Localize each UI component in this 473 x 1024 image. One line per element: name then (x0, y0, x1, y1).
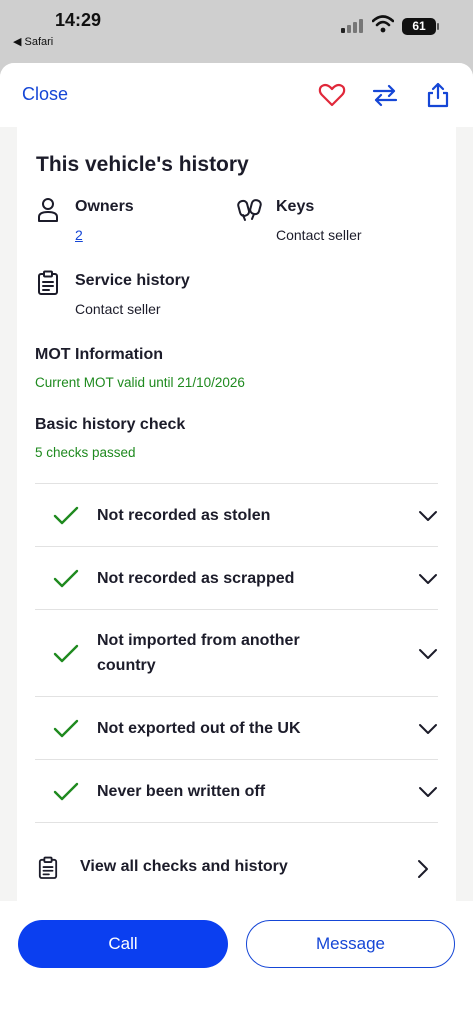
check-icon (53, 506, 79, 525)
chevron-down-icon[interactable] (418, 786, 438, 798)
chevron-down-icon[interactable] (418, 573, 438, 585)
check-label: Not recorded as scrapped (97, 570, 295, 587)
page-title: This vehicle's history (36, 153, 249, 176)
check-label: Not exported out of the UK (97, 720, 301, 737)
compare-icon[interactable] (371, 81, 399, 109)
clipboard-icon (38, 856, 58, 879)
service-history-label: Service history (75, 272, 190, 289)
check-row-imported[interactable]: Not imported from another country (35, 609, 438, 696)
owners-label: Owners (75, 198, 134, 215)
owners-count-link[interactable]: 2 (75, 227, 83, 243)
keys-value: Contact seller (276, 227, 362, 243)
mot-value: Current MOT valid until 21/10/2026 (35, 375, 245, 390)
chevron-down-icon[interactable] (418, 648, 438, 660)
status-time: 14:29 (55, 10, 102, 30)
check-row-scrapped[interactable]: Not recorded as scrapped (35, 546, 438, 609)
mot-label: MOT Information (35, 346, 163, 363)
call-button[interactable]: Call (18, 920, 228, 968)
battery-icon: 61 (402, 18, 439, 35)
close-button[interactable]: Close (22, 84, 68, 105)
sheet-header: Close (0, 63, 473, 127)
checks-passed-value: 5 checks passed (35, 445, 136, 460)
message-button[interactable]: Message (246, 920, 455, 968)
keys-icon (237, 199, 262, 221)
chevron-right-icon (418, 860, 428, 878)
check-icon (53, 782, 79, 801)
check-icon (53, 569, 79, 588)
wifi-icon (372, 15, 394, 33)
check-icon (53, 644, 79, 663)
keys-label: Keys (276, 198, 315, 215)
check-row-exported[interactable]: Not exported out of the UK (35, 696, 438, 759)
chevron-down-icon[interactable] (418, 510, 438, 522)
person-icon (38, 198, 58, 222)
status-bar: 14:29 ◀ Safari 61 (0, 0, 473, 62)
service-history-value: Contact seller (75, 301, 161, 317)
basic-check-label: Basic history check (35, 416, 186, 433)
check-icon (53, 719, 79, 738)
clipboard-icon (38, 270, 58, 295)
view-all-checks-link[interactable]: View all checks and history (35, 822, 438, 882)
action-bar: Call Message (0, 901, 473, 1024)
check-label: Never been written off (97, 783, 266, 800)
view-all-label: View all checks and history (80, 858, 288, 875)
check-label: Not recorded as stolen (97, 507, 271, 524)
signal-icon (341, 19, 363, 33)
check-label: Not imported from another country (97, 632, 300, 674)
heart-icon[interactable] (318, 81, 346, 109)
check-row-stolen[interactable]: Not recorded as stolen (35, 483, 438, 546)
chevron-down-icon[interactable] (418, 723, 438, 735)
check-row-written-off[interactable]: Never been written off (35, 759, 438, 822)
back-to-safari-link[interactable]: ◀ Safari (13, 35, 53, 48)
share-icon[interactable] (424, 81, 452, 109)
